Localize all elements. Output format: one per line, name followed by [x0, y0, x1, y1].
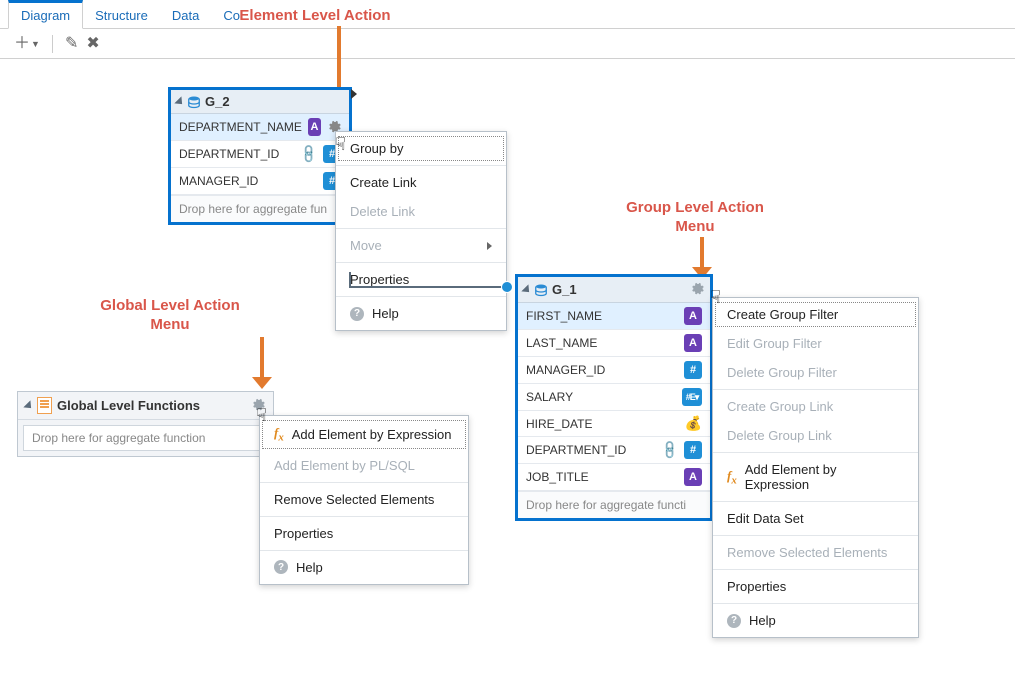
dataset-icon — [534, 283, 548, 297]
group-g2: G_2 DEPARTMENT_NAME A DEPARTMENT_ID 🔗 # … — [168, 87, 352, 225]
fx-icon: fx — [727, 468, 737, 487]
group-g2-header[interactable]: G_2 — [171, 90, 349, 114]
field-department-id[interactable]: DEPARTMENT_ID🔗# — [518, 437, 710, 464]
global-menu: fxAdd Element by Expression Add Element … — [259, 415, 469, 585]
type-badge-alpha: A — [684, 334, 702, 352]
gear-icon[interactable] — [690, 281, 704, 298]
field-first-name[interactable]: FIRST_NAMEA — [518, 303, 710, 330]
link-icon: 🔗 — [659, 439, 682, 462]
arrow-global — [252, 337, 272, 389]
tab-bar: Diagram Structure Data Co — [0, 0, 1015, 29]
global-functions: Global Level Functions Drop here for agg… — [17, 391, 274, 457]
output-handle[interactable] — [351, 89, 357, 99]
menu-help[interactable]: ?Help — [713, 606, 918, 635]
menu-properties[interactable]: Properties — [336, 265, 506, 294]
gear-icon[interactable] — [251, 397, 265, 414]
dataset-icon — [187, 95, 201, 109]
menu-group-by[interactable]: Group by — [336, 134, 506, 163]
help-icon: ? — [350, 307, 364, 321]
expand-icon[interactable] — [521, 284, 532, 295]
menu-help[interactable]: ?Help — [336, 299, 506, 328]
diagram-canvas: Element Level Action Group Level Action … — [0, 58, 1015, 683]
expand-icon[interactable] — [174, 96, 185, 107]
menu-add-element-expr[interactable]: fxAdd Element by Expression — [713, 455, 918, 499]
g2-dropzone[interactable]: Drop here for aggregate fun — [171, 195, 349, 222]
expand-icon[interactable] — [23, 400, 34, 411]
tab-structure[interactable]: Structure — [83, 3, 160, 28]
menu-delete-group-link: Delete Group Link — [713, 421, 918, 450]
global-dropzone[interactable]: Drop here for aggregate function — [23, 425, 268, 451]
tab-data[interactable]: Data — [160, 3, 211, 28]
type-badge-alpha: A — [684, 468, 702, 486]
menu-delete-group-filter: Delete Group Filter — [713, 358, 918, 387]
type-badge-alpha: A — [308, 118, 321, 136]
fx-icon: fx — [274, 425, 284, 444]
annotation-global: Global Level Action Menu — [65, 297, 275, 335]
menu-add-element-expr[interactable]: fxAdd Element by Expression — [260, 418, 468, 451]
menu-remove-selected: Remove Selected Elements — [713, 538, 918, 567]
field-last-name[interactable]: LAST_NAMEA — [518, 330, 710, 357]
edit-button[interactable]: ✎ — [65, 36, 78, 52]
menu-properties[interactable]: Properties — [260, 519, 468, 548]
field-department-id[interactable]: DEPARTMENT_ID 🔗 # — [171, 141, 349, 168]
field-job-title[interactable]: JOB_TITLEA — [518, 464, 710, 491]
menu-create-group-filter[interactable]: Create Group Filter — [713, 300, 918, 329]
delete-button[interactable]: ✖ — [86, 36, 99, 52]
menu-move: Move — [336, 231, 506, 260]
type-badge-number: # — [684, 361, 702, 379]
global-functions-header[interactable]: Global Level Functions — [18, 392, 273, 420]
field-department-name[interactable]: DEPARTMENT_NAME A — [171, 114, 349, 141]
g1-dropzone[interactable]: Drop here for aggregate functi — [518, 491, 710, 518]
tab-diagram[interactable]: Diagram — [8, 0, 83, 29]
document-icon — [37, 397, 52, 414]
link-icon: 🔗 — [298, 143, 321, 166]
add-button[interactable]: ＋▼ — [14, 36, 40, 52]
help-icon: ? — [727, 614, 741, 628]
group-g1-title: G_1 — [552, 282, 686, 297]
menu-help[interactable]: ?Help — [260, 553, 468, 582]
connector-dot — [501, 281, 513, 293]
connector — [349, 286, 507, 288]
group-g2-title: G_2 — [205, 94, 343, 109]
menu-remove-selected[interactable]: Remove Selected Elements — [260, 485, 468, 514]
type-badge-expr: #E▾ — [682, 388, 702, 406]
group-g1-header[interactable]: G_1 — [518, 277, 710, 303]
field-salary[interactable]: SALARY#E▾ — [518, 384, 710, 411]
element-menu: Group by Create Link Delete Link Move Pr… — [335, 131, 507, 331]
annotation-group: Group Level Action Menu — [595, 199, 795, 237]
type-badge-alpha: A — [684, 307, 702, 325]
arrow-group — [692, 237, 712, 279]
field-manager-id[interactable]: MANAGER_ID# — [518, 357, 710, 384]
toolbar-separator — [52, 35, 53, 53]
menu-create-group-link: Create Group Link — [713, 392, 918, 421]
type-badge-number: # — [684, 441, 702, 459]
menu-delete-link: Delete Link — [336, 197, 506, 226]
menu-add-element-plsql: Add Element by PL/SQL — [260, 451, 468, 480]
menu-edit-group-filter: Edit Group Filter — [713, 329, 918, 358]
field-hire-date[interactable]: HIRE_DATE💰 — [518, 411, 710, 437]
tab-code[interactable]: Co — [211, 3, 252, 28]
menu-create-link[interactable]: Create Link — [336, 168, 506, 197]
toolbar: ＋▼ ✎ ✖ — [0, 29, 1015, 59]
group-g1: G_1 FIRST_NAMEA LAST_NAMEA MANAGER_ID# S… — [515, 274, 713, 521]
menu-edit-data-set[interactable]: Edit Data Set — [713, 504, 918, 533]
field-manager-id[interactable]: MANAGER_ID # — [171, 168, 349, 195]
menu-properties[interactable]: Properties — [713, 572, 918, 601]
type-badge-date: 💰 — [685, 415, 702, 432]
help-icon: ? — [274, 560, 288, 574]
group-menu: Create Group Filter Edit Group Filter De… — [712, 297, 919, 638]
